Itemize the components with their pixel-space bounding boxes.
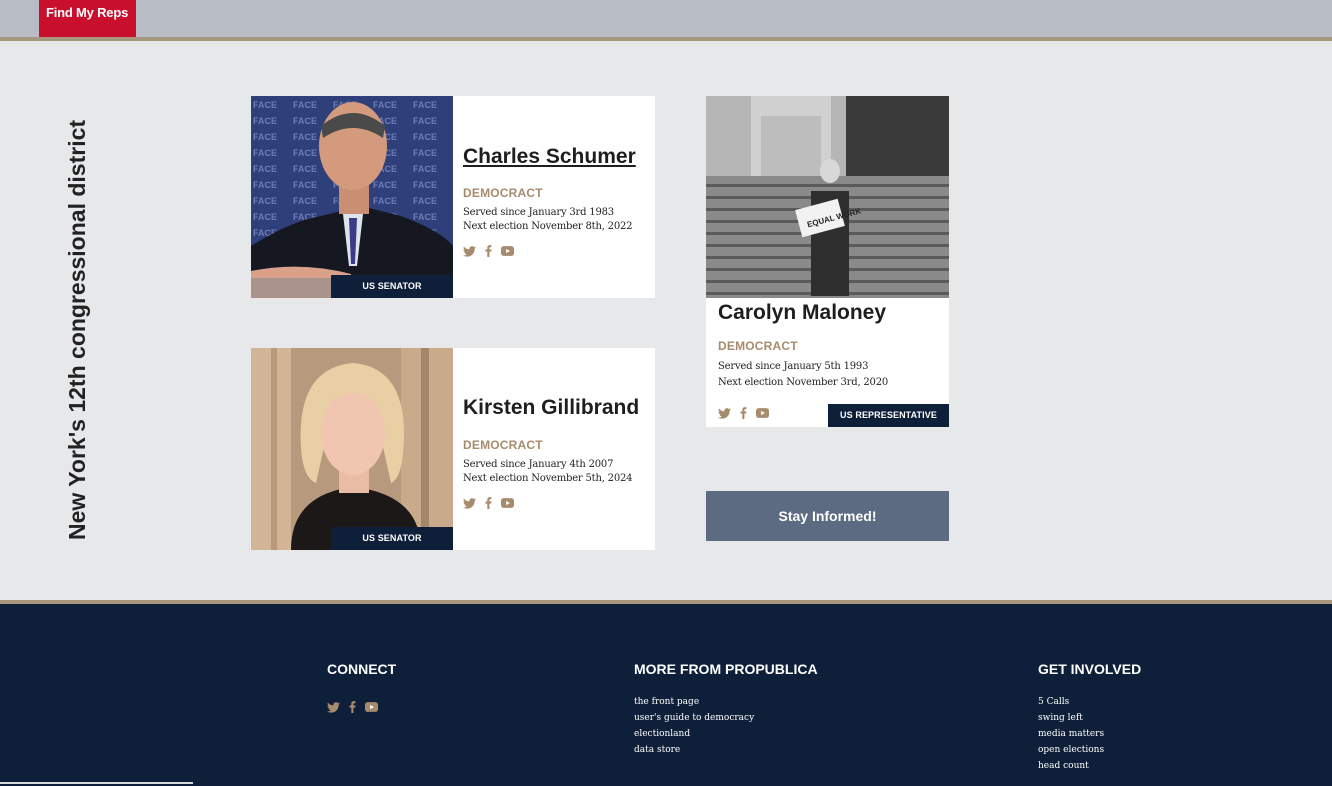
served-since: Served since January 3rd 1983 (463, 207, 614, 218)
social-links (463, 497, 514, 509)
youtube-icon[interactable] (365, 702, 378, 712)
footer-link[interactable]: data store (634, 745, 680, 755)
rep-photo-schumer: FACE US SENATOR (251, 96, 453, 298)
party-label: DEMOCRACT (463, 438, 543, 452)
next-election: Next election November 3rd, 2020 (718, 377, 889, 388)
footer-link[interactable]: the front page (634, 697, 699, 707)
footer-link[interactable]: swing left (1038, 713, 1083, 723)
find-my-reps-button[interactable]: Find My Reps (39, 0, 136, 37)
rep-name-maloney[interactable]: Carolyn Maloney (718, 301, 886, 325)
top-nav-bar (0, 0, 1332, 37)
youtube-icon[interactable] (756, 408, 769, 418)
youtube-icon[interactable] (501, 246, 514, 256)
rep-card-schumer: FACE US SENATOR Charles Schumer DEMOCRAC… (251, 96, 655, 298)
footer-link[interactable]: electionland (634, 729, 690, 739)
youtube-icon[interactable] (501, 498, 514, 508)
twitter-icon[interactable] (463, 245, 476, 257)
facebook-icon[interactable] (485, 497, 492, 509)
district-title: New York's 12th congressional district (64, 119, 90, 540)
twitter-icon[interactable] (718, 407, 731, 419)
scroll-indicator (0, 782, 193, 784)
rep-name-gillibrand[interactable]: Kirsten Gillibrand (463, 396, 639, 420)
rep-photo-maloney: EQUAL WORK (706, 96, 949, 298)
twitter-icon[interactable] (463, 497, 476, 509)
party-label: DEMOCRACT (463, 186, 543, 200)
footer-link[interactable]: user's guide to democracy (634, 713, 754, 723)
footer-more-heading: MORE FROM PROPUBLICA (634, 661, 818, 677)
footer-link[interactable]: head count (1038, 761, 1089, 771)
rep-card-maloney: EQUAL WORK Carolyn Maloney DEMOCRACT Ser… (706, 96, 949, 427)
rep-photo-gillibrand: US SENATOR (251, 348, 453, 550)
footer-involved-heading: GET INVOLVED (1038, 661, 1142, 677)
social-links (718, 407, 769, 419)
next-election: Next election November 5th, 2024 (463, 473, 633, 484)
role-tag: US SENATOR (331, 275, 453, 298)
rep-card-gillibrand: US SENATOR Kirsten Gillibrand DEMOCRACT … (251, 348, 655, 550)
party-label: DEMOCRACT (718, 339, 798, 353)
facebook-icon[interactable] (740, 407, 747, 419)
next-election: Next election November 8th, 2022 (463, 221, 633, 232)
served-since: Served since January 5th 1993 (718, 361, 869, 372)
footer-link[interactable]: open elections (1038, 745, 1104, 755)
social-links (463, 245, 514, 257)
footer-link[interactable]: media matters (1038, 729, 1104, 739)
facebook-icon[interactable] (485, 245, 492, 257)
served-since: Served since January 4th 2007 (463, 459, 614, 470)
footer-link[interactable]: 5 Calls (1038, 697, 1069, 707)
role-tag: US REPRESENTATIVE (828, 404, 949, 427)
footer: CONNECT MORE FROM PROPUBLICA the front p… (0, 604, 1332, 786)
facebook-icon[interactable] (349, 701, 356, 713)
footer-connect-heading: CONNECT (327, 661, 397, 677)
rep-name-schumer[interactable]: Charles Schumer (463, 145, 636, 169)
footer-social-links (327, 701, 378, 713)
role-tag: US SENATOR (331, 527, 453, 550)
top-divider (0, 37, 1332, 41)
twitter-icon[interactable] (327, 701, 340, 713)
stay-informed-button[interactable]: Stay Informed! (706, 491, 949, 541)
